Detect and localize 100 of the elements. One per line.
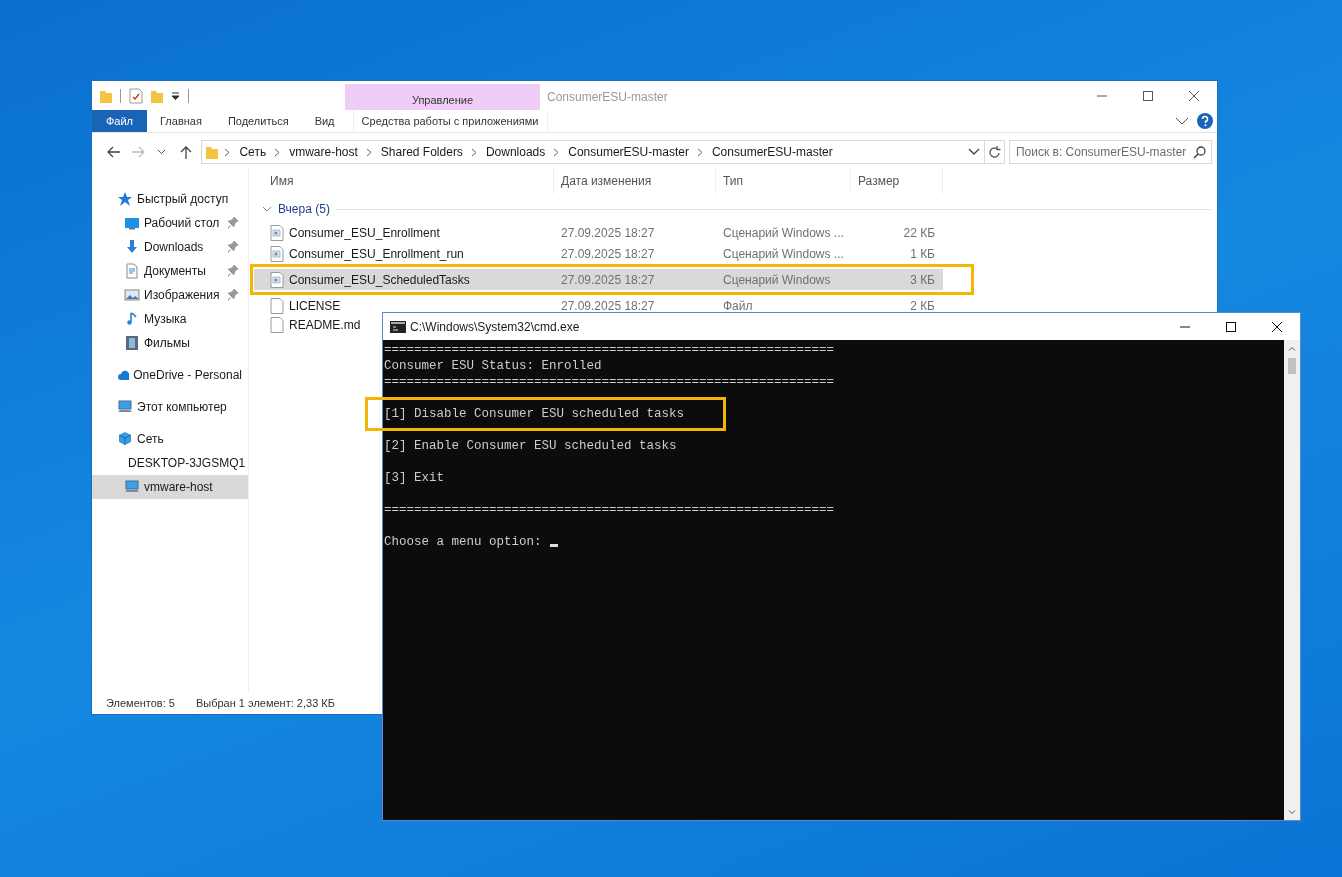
script-file-icon [270,224,284,241]
type-cell-text: Сценарий Windows ... [722,225,845,240]
file-name: LICENSE [289,298,341,313]
console-line: Consumer ESU Status: Enrolled [384,358,602,374]
type-cell-text: Сценарий Windows [722,272,832,287]
help-icon[interactable] [1197,113,1213,129]
close-icon[interactable] [1189,90,1199,101]
nav-item[interactable]: Музыка [92,307,248,331]
chevron-right-icon [365,147,373,157]
dropdown-icon[interactable] [968,148,981,156]
computer-icon [117,399,133,415]
console-line: [1] Disable Consumer ESU scheduled tasks [384,406,685,422]
column-header[interactable]: Размер [851,168,943,194]
size-cell-text: 1 КБ [909,246,936,261]
search-field[interactable]: Поиск в: ConsumerESU-master [1008,140,1212,164]
date-cell-text: 27.09.2025 18:27 [560,298,656,313]
type-cell-text: Сценарий Windows ... [722,246,845,261]
close-icon[interactable] [1272,321,1282,332]
console-prompt: Choose a menu option: [384,534,542,550]
breadcrumb[interactable]: Сеть [237,145,269,159]
file-row[interactable]: LICENSE 27.09.2025 18:27 Файл 2 КБ [254,295,943,316]
group-header[interactable]: Вчера (5) [278,202,330,216]
file-row[interactable]: Consumer_ESU_ScheduledTasks 27.09.2025 18:27 Сценарий Windows 3 КБ [254,269,943,290]
file-tab[interactable]: Файл [92,110,147,132]
star-icon [117,191,133,207]
properties-icon[interactable] [129,87,143,104]
breadcrumb[interactable]: vmware-host [287,145,360,159]
ribbon-tab[interactable]: Вид [301,110,348,132]
computer-icon [124,479,140,495]
size-cell-text: 22 КБ [902,225,936,240]
ribbon-tab[interactable]: Главная [147,110,215,132]
chevron-right-icon [470,147,478,157]
nav-item[interactable]: vmware-host [92,475,248,499]
scrollbar[interactable] [1284,340,1300,820]
chevron-down-icon[interactable] [262,205,272,213]
size-cell-text: 2 КБ [909,298,936,313]
context-tab-header: Управление [345,84,540,110]
chevron-down-icon[interactable] [1175,117,1189,125]
breadcrumb[interactable]: ConsumerESU-master [709,145,835,159]
nav-item[interactable]: OneDrive - Personal [92,363,248,387]
file-row[interactable]: Consumer_ESU_Enrollment 27.09.2025 18:27 Сценарий Windows ... 22 КБ [254,222,943,243]
file-name: README.md [289,317,361,332]
nav-item[interactable]: Этот компьютер [92,395,248,419]
console-line: ============================================================ [384,342,835,358]
status-text: Выбран 1 элемент: 2,33 КБ [195,696,335,709]
date-cell-text: 27.09.2025 18:27 [560,225,656,240]
file-icon [270,297,284,314]
status-text: Элементов: 5 [106,696,175,709]
refresh-button[interactable] [985,140,1005,164]
column-header[interactable]: Дата изменения [554,168,716,194]
maximize-icon[interactable] [1143,90,1153,101]
file-icon [270,316,284,333]
size-cell-text: 3 КБ [909,272,936,287]
chevron-right-icon [224,147,232,157]
nav-item[interactable]: Downloads [92,235,248,259]
dropdown-icon[interactable] [157,149,167,155]
column-header[interactable]: Имя [254,168,554,194]
nav-item[interactable]: Сеть [92,427,248,451]
pictures-icon [124,287,140,303]
folder-icon [206,145,219,159]
console-line: [2] Enable Consumer ESU scheduled tasks [384,438,677,454]
up-icon[interactable] [179,145,192,159]
breadcrumb[interactable]: Shared Folders [378,145,465,159]
refresh-icon [988,145,1001,159]
maximize-icon[interactable] [1226,321,1236,332]
breadcrumb[interactable]: Downloads [483,145,548,159]
console-line: [3] Exit [384,470,444,486]
window-title: C:\Windows\System32\cmd.exe [410,319,580,334]
breadcrumb[interactable]: ConsumerESU-master [566,145,691,159]
back-icon[interactable] [106,146,121,158]
scroll-thumb[interactable] [1288,358,1296,374]
file-row[interactable]: Consumer_ESU_Enrollment_run 27.09.2025 18:27 Сценарий Windows ... 1 КБ [254,243,943,264]
nav-item[interactable]: Быстрый доступ [92,187,248,211]
ribbon-tab[interactable]: Поделиться [214,110,302,132]
file-row[interactable]: README.md [254,316,371,337]
chevron-right-icon [696,147,704,157]
chevron-right-icon [274,147,282,157]
date-cell-text: 27.09.2025 18:27 [560,246,656,261]
date-cell-text: 27.09.2025 18:27 [560,272,656,287]
script-file-icon [270,271,284,288]
file-name: Consumer_ESU_Enrollment_run [289,246,464,261]
address-bar[interactable]: Сеть vmware-host Shared Folders Downloads ConsumerESU-master ConsumerESU-master [201,140,986,164]
column-header[interactable]: Тип [716,168,851,194]
search-icon [1192,146,1206,159]
nav-item[interactable]: Изображения [92,283,248,307]
chevron-right-icon [553,147,561,157]
nav-item[interactable]: Фильмы [92,331,248,355]
nav-item[interactable]: Рабочий стол [92,211,248,235]
file-name: Consumer_ESU_ScheduledTasks [289,272,470,287]
documents-icon [124,263,140,279]
type-cell-text: Файл [722,298,754,313]
console-icon [390,320,406,333]
cursor [549,544,558,547]
nav-item[interactable]: Документы [92,259,248,283]
desktop-icon [124,215,140,231]
videos-icon [124,335,140,351]
dropdown-icon[interactable] [171,91,180,100]
script-file-icon [270,245,284,262]
nav-item[interactable]: DESKTOP-3JGSMQ1 [92,451,248,475]
file-name: Consumer_ESU_Enrollment [289,225,440,240]
